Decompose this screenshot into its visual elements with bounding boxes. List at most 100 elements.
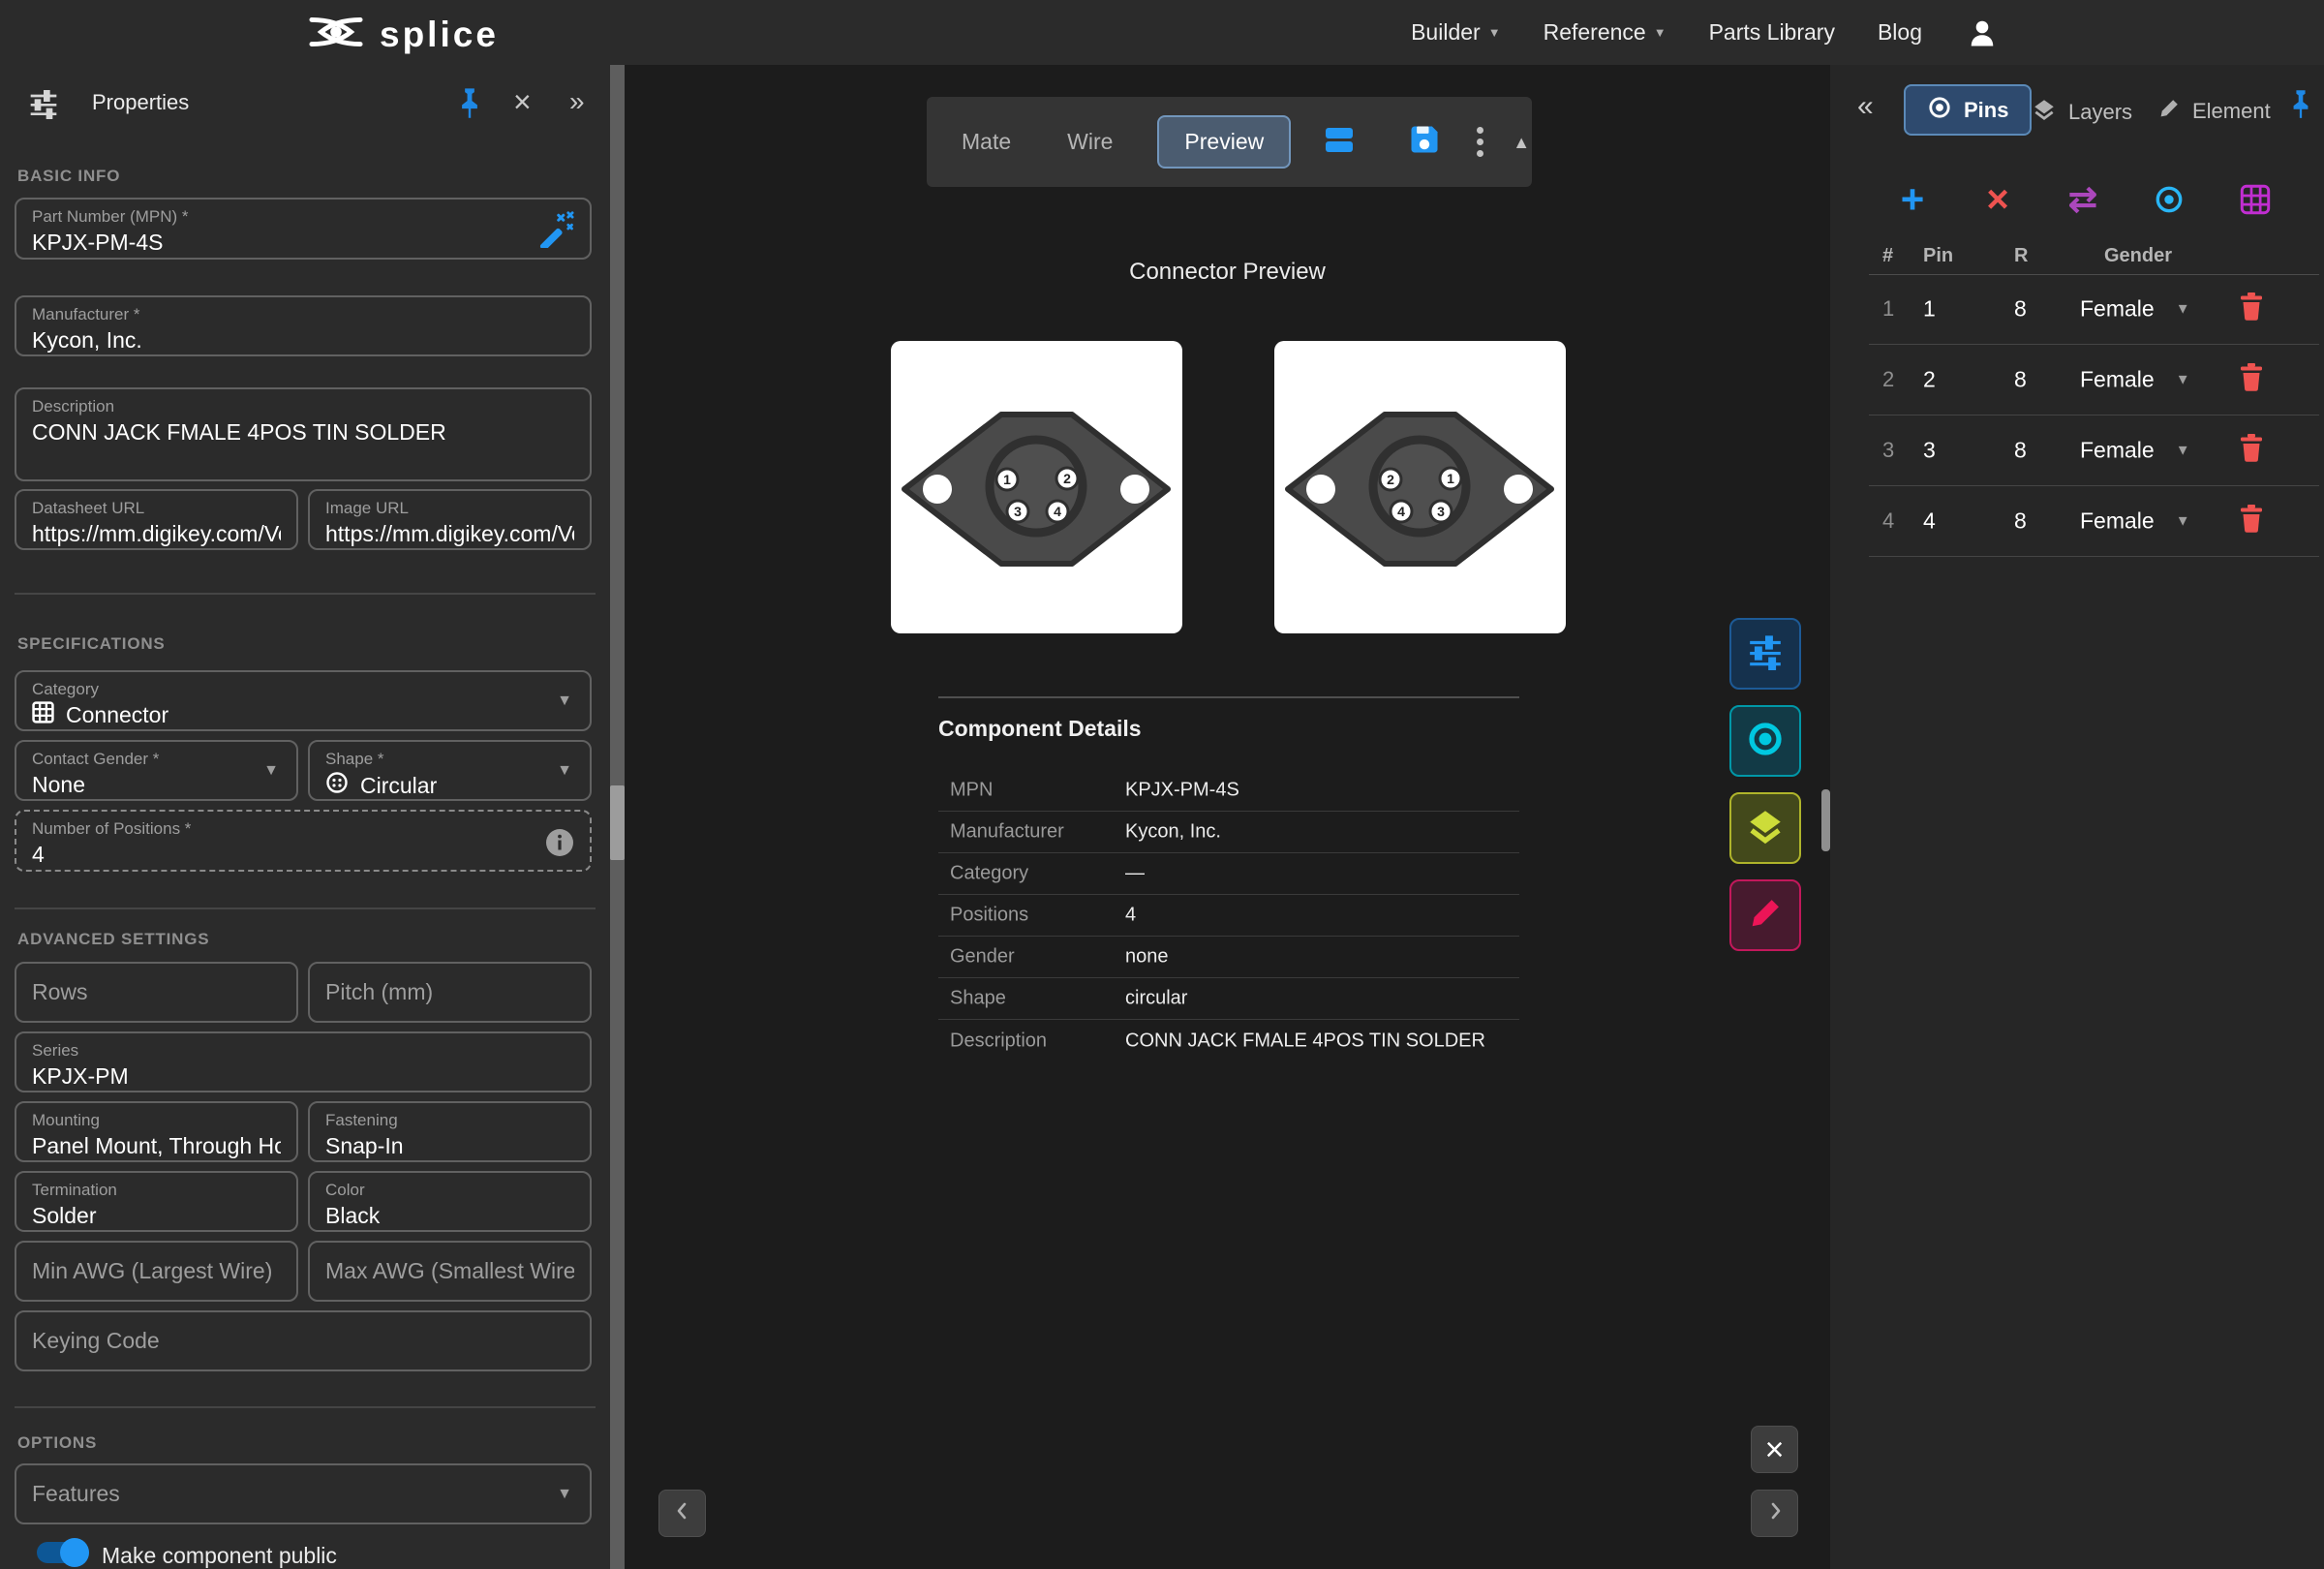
chevron-down-icon: ▼ xyxy=(1488,26,1501,39)
fastening-field[interactable]: Fastening Snap-In xyxy=(308,1101,592,1162)
target-pins-button[interactable] xyxy=(2145,175,2193,224)
section-divider xyxy=(15,908,596,909)
mounting-field[interactable]: Mounting Panel Mount, Through Hole xyxy=(15,1101,298,1162)
scrollbar-thumb[interactable] xyxy=(610,785,625,860)
number-of-positions-field[interactable]: Number of Positions * 4 xyxy=(15,810,592,872)
pin-panel-icon[interactable] xyxy=(2287,88,2314,124)
tab-preview[interactable]: Preview xyxy=(1157,115,1291,169)
splice-logo-icon xyxy=(308,12,364,57)
part-number-field[interactable]: Part Number (MPN) * KPJX-PM-4S xyxy=(15,198,592,260)
kebab-menu-icon[interactable] xyxy=(1477,127,1483,157)
gender-select[interactable]: Female ▼ xyxy=(2080,296,2190,323)
info-icon[interactable] xyxy=(545,828,574,862)
close-panel-icon[interactable]: × xyxy=(513,86,532,117)
nav-builder[interactable]: Builder ▼ xyxy=(1411,19,1500,46)
canvas-scrollbar-thumb[interactable] xyxy=(1821,789,1830,851)
detail-row-gender: Gender none xyxy=(938,937,1519,978)
layers-icon xyxy=(1745,806,1786,851)
chevron-left-icon xyxy=(671,1499,694,1527)
prev-button[interactable] xyxy=(658,1490,706,1537)
collapse-panel-icon[interactable]: » xyxy=(569,88,585,115)
col-header-r: R xyxy=(2014,245,2028,267)
delete-pin-icon[interactable] xyxy=(2239,292,2264,326)
tab-mate[interactable]: Mate xyxy=(962,129,1011,155)
tune-icon xyxy=(1746,633,1785,675)
logo[interactable]: splice xyxy=(308,12,499,57)
manufacturer-field[interactable]: Manufacturer * Kycon, Inc. xyxy=(15,295,592,356)
panel-scrollbar[interactable] xyxy=(610,65,625,1569)
next-button[interactable] xyxy=(1751,1490,1798,1537)
termination-field[interactable]: Termination Solder xyxy=(15,1171,298,1232)
tab-pins[interactable]: Pins xyxy=(1904,84,2032,136)
add-pin-button[interactable]: + xyxy=(1888,175,1937,224)
svg-text:3: 3 xyxy=(1437,504,1445,519)
pins-panel: « Pins Layers xyxy=(1830,65,2324,1569)
pin-panel-icon[interactable] xyxy=(455,86,484,124)
pins-fab[interactable] xyxy=(1729,705,1801,777)
detail-row-mpn: MPN KPJX-PM-4S xyxy=(938,770,1519,812)
swap-pins-button[interactable]: ⇄ xyxy=(2059,175,2107,224)
gender-select[interactable]: Female ▼ xyxy=(2080,367,2190,393)
chevron-down-icon: ▼ xyxy=(1654,26,1667,39)
max-awg-field[interactable]: Max AWG (Smallest Wire) xyxy=(308,1241,592,1302)
delete-pin-icon[interactable] xyxy=(2239,505,2264,538)
pencil-icon xyxy=(1747,895,1784,937)
element-fab[interactable] xyxy=(1729,879,1801,951)
collapse-up-icon[interactable]: ▲ xyxy=(1513,134,1530,151)
remove-pin-button[interactable]: × xyxy=(1973,175,2022,224)
user-avatar-icon[interactable] xyxy=(1965,15,2000,50)
stacked-rows-icon[interactable] xyxy=(1320,120,1359,164)
section-heading-specifications: SPECIFICATIONS xyxy=(17,634,166,654)
close-preview-button[interactable]: × xyxy=(1751,1426,1798,1473)
min-awg-field[interactable]: Min AWG (Largest Wire) xyxy=(15,1241,298,1302)
svg-text:4: 4 xyxy=(1397,504,1405,519)
chevron-down-icon: ▼ xyxy=(557,763,572,779)
nav-parts-library[interactable]: Parts Library xyxy=(1709,19,1835,46)
contact-gender-select[interactable]: Contact Gender * None ▼ xyxy=(15,740,298,801)
layers-fab[interactable] xyxy=(1729,792,1801,864)
circular-connector-icon xyxy=(325,771,349,802)
chevron-down-icon: ▼ xyxy=(263,763,279,779)
rows-field[interactable]: Rows xyxy=(15,962,298,1023)
keying-code-field[interactable]: Keying Code xyxy=(15,1310,592,1371)
make-public-label: Make component public xyxy=(102,1543,337,1569)
svg-text:2: 2 xyxy=(1063,471,1071,486)
make-public-toggle[interactable] xyxy=(37,1539,89,1566)
pitch-field[interactable]: Pitch (mm) xyxy=(308,962,592,1023)
grid-view-button[interactable] xyxy=(2231,175,2279,224)
features-select[interactable]: Features ▼ xyxy=(15,1463,592,1524)
image-url-field[interactable]: Image URL https://mm.digikey.com/Vo xyxy=(308,489,592,550)
shape-select[interactable]: Shape * Circular ▼ xyxy=(308,740,592,801)
detail-row-category: Category — xyxy=(938,853,1519,895)
delete-pin-icon[interactable] xyxy=(2239,363,2264,397)
tab-layers[interactable]: Layers xyxy=(2032,97,2132,128)
properties-panel-header: Properties × » xyxy=(0,65,625,142)
datasheet-url-field[interactable]: Datasheet URL https://mm.digikey.com/Vo xyxy=(15,489,298,550)
close-icon: × xyxy=(1765,1433,1785,1466)
magic-wand-icon[interactable] xyxy=(535,209,574,253)
description-field[interactable]: Description CONN JACK FMALE 4POS TIN SOL… xyxy=(15,387,592,481)
section-heading-basic-info: BASIC INFO xyxy=(17,167,120,186)
svg-text:1: 1 xyxy=(1003,472,1011,487)
properties-fab[interactable] xyxy=(1729,618,1801,690)
collapse-left-icon[interactable]: « xyxy=(1857,92,1874,121)
target-icon xyxy=(1927,95,1952,126)
svg-text:4: 4 xyxy=(1054,504,1061,519)
chevron-down-icon: ▼ xyxy=(2176,514,2190,529)
gender-select[interactable]: Female ▼ xyxy=(2080,508,2190,535)
gender-select[interactable]: Female ▼ xyxy=(2080,438,2190,464)
series-field[interactable]: Series KPJX-PM xyxy=(15,1031,592,1092)
delete-pin-icon[interactable] xyxy=(2239,434,2264,468)
color-field[interactable]: Color Black xyxy=(308,1171,592,1232)
category-select[interactable]: Category Connector ▼ xyxy=(15,670,592,731)
tab-element[interactable]: Element xyxy=(2157,97,2271,126)
nav-blog[interactable]: Blog xyxy=(1878,19,1922,46)
nav-reference[interactable]: Reference ▼ xyxy=(1544,19,1667,46)
svg-text:1: 1 xyxy=(1447,471,1454,486)
chevron-down-icon: ▼ xyxy=(557,693,572,709)
tab-wire[interactable]: Wire xyxy=(1067,129,1113,155)
pin-row-4: 4 4 8 Female ▼ xyxy=(1869,486,2319,557)
save-icon[interactable] xyxy=(1407,122,1442,162)
col-header-index: # xyxy=(1882,245,1893,267)
grid-icon xyxy=(32,701,54,731)
